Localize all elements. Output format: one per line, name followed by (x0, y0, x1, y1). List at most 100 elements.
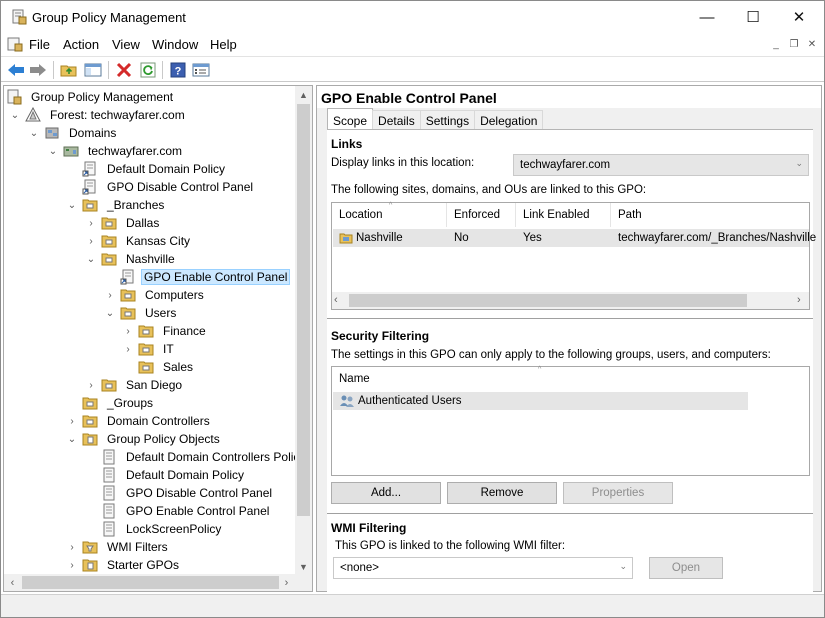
column-name[interactable]: ^ Name (332, 366, 744, 391)
column-location[interactable]: ^ Location (332, 202, 447, 227)
tree-item[interactable]: Default Domain Controllers Policy (85, 448, 309, 466)
show-hide-tree-icon[interactable] (83, 60, 103, 80)
scroll-left-arrow-icon[interactable]: ‹ (4, 574, 21, 591)
table-row[interactable]: Authenticated Users (333, 392, 748, 410)
tree-item[interactable]: › Domain Controllers (66, 412, 214, 430)
collapsed-chevron-icon[interactable]: › (85, 380, 97, 391)
tree-item[interactable]: Default Domain Policy (85, 466, 248, 484)
open-button[interactable]: Open (649, 557, 723, 579)
column-link-enabled[interactable]: Link Enabled (516, 203, 611, 227)
tab-scope[interactable]: Scope (327, 108, 374, 130)
tree-item[interactable]: › Starter GPOs (66, 556, 183, 574)
properties-button[interactable]: Properties (563, 482, 673, 504)
remove-button[interactable]: Remove (447, 482, 557, 504)
collapsed-chevron-icon[interactable]: › (122, 326, 134, 337)
tab-delegation[interactable]: Delegation (474, 110, 544, 130)
mdi-restore-button[interactable]: ❐ (786, 36, 802, 52)
tree-vertical-scrollbar[interactable]: ▲ ▼ (295, 86, 312, 575)
menu-help[interactable]: Help (210, 37, 237, 52)
tree-item[interactable]: ⌄ techwayfarer.com (47, 142, 186, 160)
console-tree[interactable]: Group Policy Management ⌄ Forest: techwayf… (3, 85, 313, 592)
tab-details[interactable]: Details (372, 110, 421, 130)
expanded-chevron-icon[interactable]: ⌄ (28, 128, 40, 139)
expanded-chevron-icon[interactable]: ⌄ (9, 110, 21, 121)
collapsed-chevron-icon[interactable]: › (104, 290, 116, 301)
security-filtering-list[interactable]: ^ Name Authenticated Users (331, 366, 810, 476)
expanded-chevron-icon[interactable]: ⌄ (66, 434, 78, 445)
close-button[interactable]: ✕ (776, 1, 822, 33)
scroll-right-arrow-icon[interactable]: › (278, 574, 295, 591)
collapsed-chevron-icon[interactable]: › (85, 218, 97, 229)
maximize-button[interactable]: ☐ (730, 1, 776, 33)
collapsed-chevron-icon[interactable]: › (66, 560, 78, 571)
tree-item[interactable]: GPO Disable Control Panel (85, 484, 276, 502)
add-button[interactable]: Add... (331, 482, 441, 504)
title-bar[interactable]: Group Policy Management — ☐ ✕ (1, 1, 824, 33)
column-path[interactable]: Path (611, 203, 809, 227)
menu-action[interactable]: Action (63, 37, 99, 52)
back-icon[interactable] (6, 60, 26, 80)
tree-item[interactable]: ⌄ Group Policy Objects (66, 430, 224, 448)
expanded-chevron-icon[interactable]: ⌄ (66, 200, 78, 211)
tree-item[interactable]: GPO Disable Control Panel (66, 178, 257, 196)
delete-icon[interactable] (114, 60, 134, 80)
tree-item[interactable]: › Finance (122, 322, 210, 340)
tree-item[interactable]: › Dallas (85, 214, 163, 232)
expanded-chevron-icon[interactable]: ⌄ (85, 254, 97, 265)
refresh-icon[interactable] (138, 60, 158, 80)
tree-item[interactable]: ⌄ Users (104, 304, 180, 322)
column-enforced[interactable]: Enforced (447, 203, 516, 227)
tree-item[interactable]: › Computers (104, 286, 208, 304)
tree-item[interactable]: ⌄ Domains (28, 124, 120, 142)
tree-item[interactable]: › WMI Filters (66, 538, 172, 556)
links-list[interactable]: ^ Location Enforced Link Enabled Path Nas… (331, 202, 816, 310)
tree-item[interactable]: GPO Enable Control Panel (85, 502, 273, 520)
tree-item[interactable]: › San Diego (85, 376, 186, 394)
tab-settings[interactable]: Settings (419, 110, 476, 130)
scroll-up-arrow-icon[interactable]: ▲ (295, 86, 312, 103)
scroll-left-arrow-icon[interactable]: ‹ (334, 294, 338, 306)
mdi-minimize-button[interactable]: _ (768, 36, 784, 52)
links-horizontal-scrollbar[interactable]: ‹ › (332, 292, 809, 309)
minimize-button[interactable]: — (684, 1, 730, 33)
collapsed-chevron-icon[interactable]: › (122, 344, 134, 355)
tree-item[interactable]: Default Domain Policy (66, 160, 229, 178)
scroll-right-arrow-icon[interactable]: › (797, 294, 801, 306)
menu-window[interactable]: Window (152, 37, 198, 52)
tree-item[interactable]: Group Policy Management (6, 88, 177, 106)
mdi-close-button[interactable]: ✕ (804, 36, 820, 52)
tree-hscroll-thumb[interactable] (22, 576, 279, 589)
tree-item[interactable]: ⌄ _Branches (66, 196, 168, 214)
display-links-combo[interactable]: techwayfarer.com ⌄ (513, 154, 809, 176)
tree-item[interactable]: ⌄ Nashville (85, 250, 179, 268)
tree-horizontal-scrollbar[interactable]: ‹ › (4, 574, 312, 591)
forward-icon[interactable] (28, 60, 48, 80)
security-principal-name: Authenticated Users (358, 395, 462, 407)
table-row[interactable]: Nashville No Yes techwayfarer.com/_Branc… (333, 229, 816, 247)
tree-item[interactable]: _Groups (66, 394, 157, 412)
help-icon[interactable]: ? (168, 60, 188, 80)
tree-item[interactable]: › IT (122, 340, 178, 358)
expanded-chevron-icon[interactable]: ⌄ (47, 146, 59, 157)
collapsed-chevron-icon[interactable]: › (66, 542, 78, 553)
collapsed-chevron-icon[interactable]: › (85, 236, 97, 247)
tree-item-label: Starter GPOs (107, 558, 180, 572)
tree-item[interactable]: GPO Enable Control Panel (104, 268, 291, 286)
tree-item-label: _Branches (107, 198, 165, 212)
scroll-down-arrow-icon[interactable]: ▼ (295, 558, 312, 575)
tree-item[interactable]: LockScreenPolicy (85, 520, 225, 538)
link-location: Nashville (356, 232, 403, 244)
console-icon[interactable] (7, 36, 23, 52)
menu-view[interactable]: View (112, 37, 140, 52)
up-folder-icon[interactable] (59, 60, 79, 80)
wmi-filter-combo[interactable]: <none> ⌄ (333, 557, 633, 579)
tree-item[interactable]: › Kansas City (85, 232, 194, 250)
collapsed-chevron-icon[interactable]: › (66, 416, 78, 427)
expanded-chevron-icon[interactable]: ⌄ (104, 308, 116, 319)
menu-file[interactable]: File (29, 37, 50, 52)
links-hscroll-thumb[interactable] (349, 294, 747, 307)
properties-icon[interactable] (191, 60, 211, 80)
tree-vscroll-thumb[interactable] (297, 104, 310, 516)
tree-item[interactable]: ⌄ Forest: techwayfarer.com (9, 106, 189, 124)
tree-item[interactable]: Sales (122, 358, 197, 376)
